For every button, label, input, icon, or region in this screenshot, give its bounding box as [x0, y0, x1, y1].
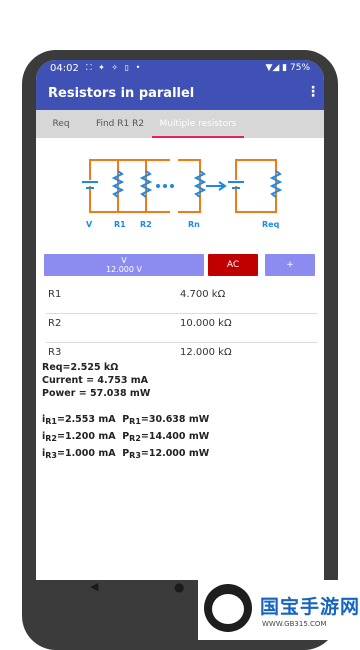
tab-find-r1-r2[interactable]: Find R1 R2 [88, 110, 152, 138]
result-req: Req=2.525 kΩ [42, 362, 119, 373]
watermark-badge: 国宝手游网 WWW.GB315.COM [198, 580, 360, 640]
label-v: V [86, 220, 93, 229]
branch-result-r2: iR2=1.200 mA PR2=14.400 mW [42, 431, 210, 443]
label-req: Req [262, 220, 280, 229]
label-r1: R1 [114, 220, 126, 229]
status-time: 04:02 [50, 63, 79, 74]
parallel-circuit-diagram: V R1 R2 Rn Req [82, 158, 283, 229]
app-bar: Resistors in parallel ⋮ [36, 78, 324, 110]
tab-bar: Req Find R1 R2 Multiple resistors [36, 110, 324, 138]
watermark-title: 国宝手游网 [260, 596, 360, 618]
panda-logo-icon [204, 584, 252, 632]
home-icon[interactable]: ● [174, 580, 184, 594]
battery-indicator: ▼◢ ▮ 75% [265, 63, 310, 73]
back-icon[interactable]: ◀ [90, 580, 98, 593]
tab-multiple-resistors[interactable]: Multiple resistors [152, 110, 244, 138]
overflow-menu-icon[interactable]: ⋮ [306, 84, 320, 104]
resistor-value: 10.000 kΩ [180, 318, 232, 329]
resistor-row-r2[interactable]: R2 10.000 kΩ [46, 314, 318, 343]
label-r2: R2 [140, 220, 152, 229]
branch-result-r3: iR3=1.000 mA PR3=12.000 mW [42, 448, 210, 460]
notification-icons: ⛶ ✦ ✧ ▯ • [86, 63, 143, 72]
active-tab-indicator [152, 136, 244, 138]
ac-button[interactable]: AC [208, 254, 258, 276]
result-power: Power = 57.038 mW [42, 388, 151, 399]
branch-result-r1: iR1=2.553 mA PR1=30.638 mW [42, 414, 210, 426]
voltage-label: V [121, 256, 127, 265]
app-screen: 04:02 ⛶ ✦ ✧ ▯ • ▼◢ ▮ 75% Resistors in pa… [36, 60, 324, 580]
voltage-value: 12.000 V [105, 265, 142, 274]
add-resistor-button[interactable]: + [265, 254, 315, 276]
resistor-name: R2 [48, 318, 62, 329]
resistor-value: 4.700 kΩ [180, 289, 226, 300]
watermark-url: WWW.GB315.COM [262, 620, 327, 628]
voltage-button[interactable]: V 12.000 V [44, 254, 204, 276]
resistor-row-r1[interactable]: R1 4.700 kΩ [46, 285, 318, 314]
result-current: Current = 4.753 mA [42, 375, 149, 386]
resistor-value: 12.000 kΩ [180, 347, 232, 358]
resistor-name: R1 [48, 289, 62, 300]
tab-req[interactable]: Req [44, 110, 78, 138]
label-rn: Rn [188, 220, 200, 229]
status-bar: 04:02 ⛶ ✦ ✧ ▯ • ▼◢ ▮ 75% [36, 60, 324, 78]
resistor-name: R3 [48, 347, 62, 358]
app-title: Resistors in parallel [48, 86, 195, 101]
